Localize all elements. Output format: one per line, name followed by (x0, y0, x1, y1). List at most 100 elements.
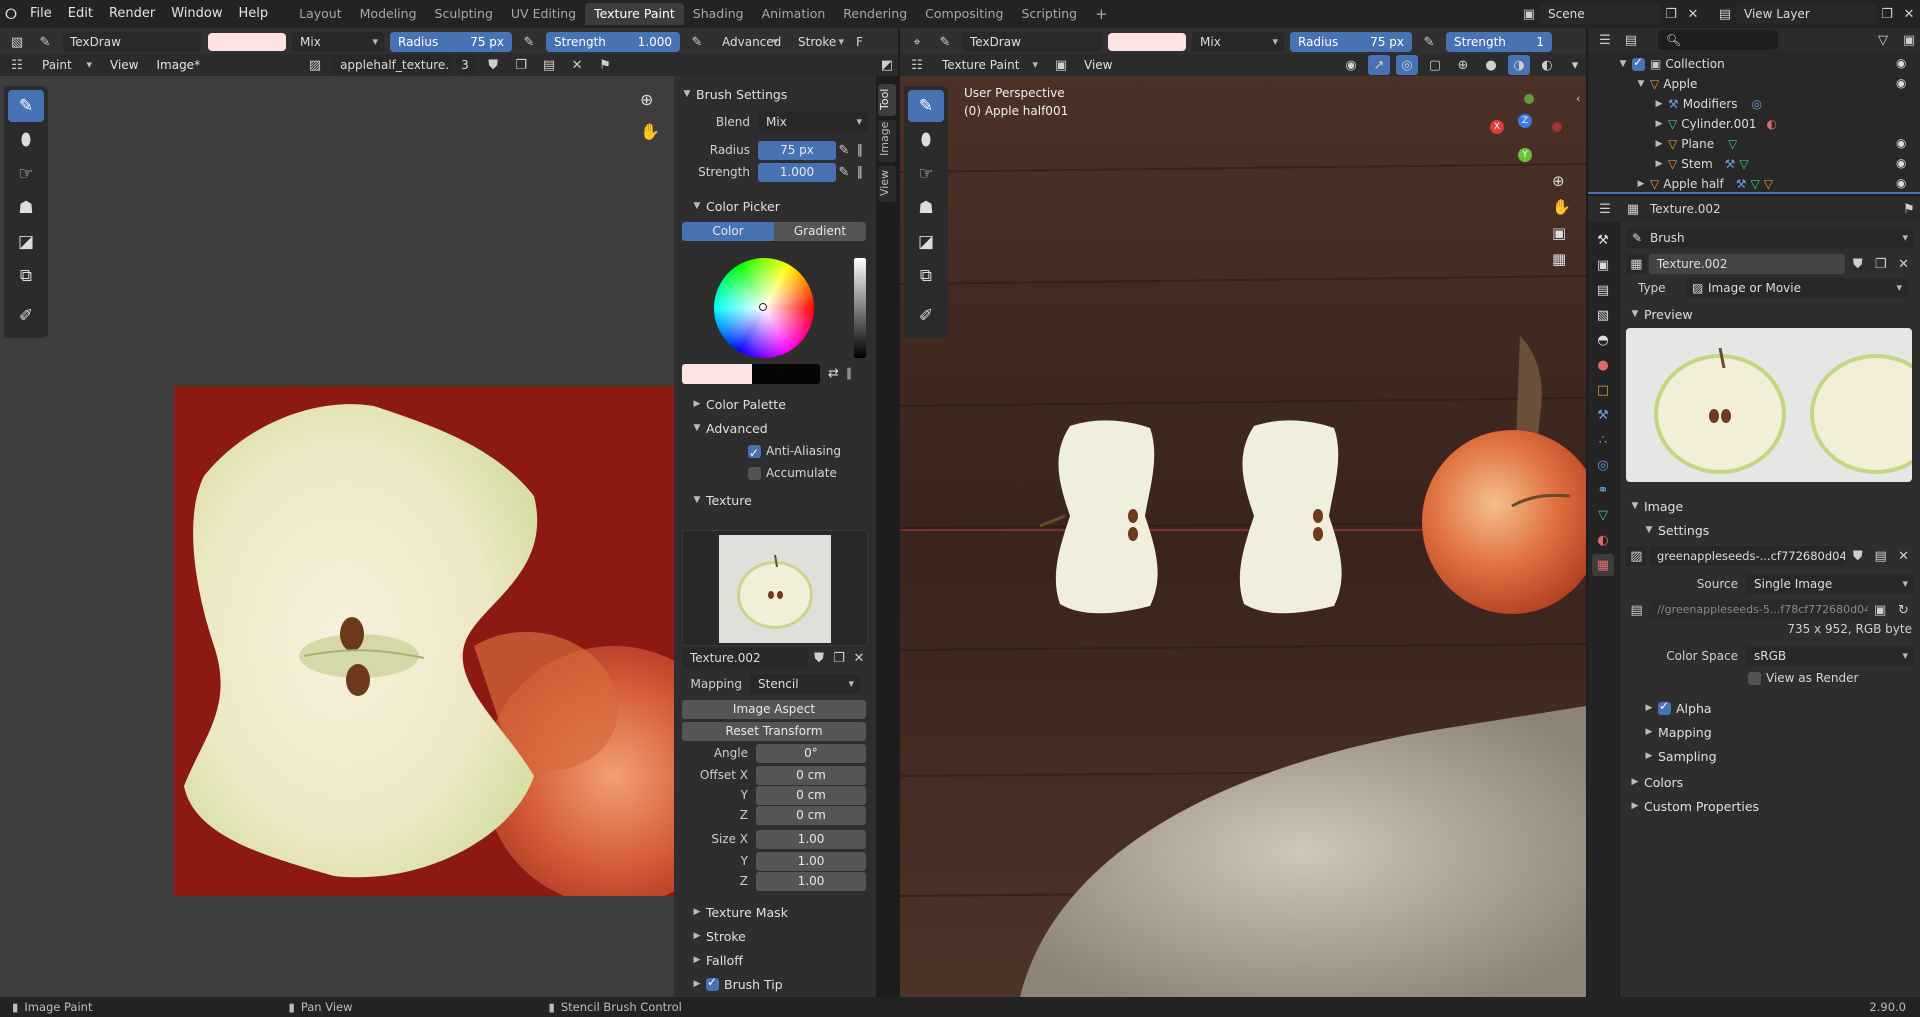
filepath-field[interactable]: //greenappleseeds-5...f78cf772680d04.jpg (1649, 600, 1868, 620)
constraints-tab-icon[interactable]: ⚭ (1592, 479, 1614, 501)
view-layer-field[interactable]: View Layer (1736, 4, 1876, 24)
gradient-mode-tab[interactable]: Gradient (774, 222, 866, 241)
add-workspace-button[interactable]: + (1086, 3, 1117, 25)
strength-slider[interactable]: Strength 1.000 (546, 32, 680, 52)
particles-tab-icon[interactable]: ∴ (1592, 429, 1614, 451)
brush-tip-panel-header[interactable]: ▶ Brush Tip (688, 972, 868, 996)
collection-checkbox[interactable] (1632, 55, 1645, 71)
advanced-panel-header[interactable]: ▼ Advanced (688, 416, 868, 440)
soften-drop-icon[interactable]: ⬮ (8, 124, 44, 156)
tab-sculpting[interactable]: Sculpting (426, 3, 502, 25)
blender-logo-icon[interactable]: ⭘ (0, 5, 22, 23)
color-palette-panel-header[interactable]: ▶ Color Palette (688, 392, 868, 416)
mapping-panel-header[interactable]: ▶ Mapping (1626, 720, 1914, 744)
outliner-row-apple[interactable]: ▼ ▽ Apple (1632, 74, 1698, 94)
new-view-layer-icon[interactable]: ❐ (1876, 4, 1898, 24)
material-tab-icon[interactable]: ◐ (1592, 529, 1614, 551)
outliner-row-stem[interactable]: ▶ ▽ Stem ⚒ ▽ (1650, 154, 1749, 174)
viewport-radius-slider[interactable]: Radius 75 px (1290, 32, 1412, 52)
strength-pressure-icon[interactable]: ✎ (686, 32, 708, 52)
texture-type-dropdown[interactable]: ▨ Image or Movie (1686, 278, 1908, 298)
editor-type-icon[interactable]: ⌖ (906, 32, 928, 52)
outliner-row-modifiers[interactable]: ▶ ⚒ Modifiers ◎ (1650, 94, 1763, 114)
tab-texture-paint[interactable]: Texture Paint (585, 3, 684, 25)
texture-name-field[interactable]: Texture.002 (682, 648, 808, 668)
mask-icon[interactable]: ⧉ (8, 260, 44, 292)
radius-pressure-icon[interactable]: ✎ (836, 140, 852, 160)
duplicate-texture-icon[interactable]: ❐ (1870, 254, 1891, 274)
fake-user-shield-icon[interactable]: ⛊ (1847, 254, 1868, 274)
fake-user-shield-icon[interactable]: ⛊ (482, 55, 504, 75)
texture-panel-header[interactable]: ▼ Texture (688, 488, 868, 512)
stroke-dropdown[interactable]: Stroke (790, 32, 850, 52)
view-layer-tab-icon[interactable]: ▧ (1592, 304, 1614, 326)
texture-context-dropdown[interactable]: ✎ Brush (1626, 228, 1914, 248)
alpha-panel-header[interactable]: ▶ Alpha (1626, 696, 1914, 720)
texture-preview-box[interactable] (682, 530, 868, 646)
radius-unit-icon[interactable]: ∥ (852, 140, 868, 160)
image-name-field[interactable]: greenappleseeds-...cf772680d04.jpg (1648, 546, 1846, 566)
outliner-editor-icon[interactable]: ☰ (1594, 30, 1616, 50)
radius-slider[interactable]: Radius 75 px (390, 32, 512, 52)
scene-field[interactable]: Scene (1540, 4, 1660, 24)
settings-panel-header[interactable]: ▼ Settings (1626, 518, 1914, 542)
modifier-tab-icon[interactable]: ⚒ (1592, 404, 1614, 426)
tab-layout[interactable]: Layout (290, 3, 351, 25)
outliner-search-input[interactable]: 🔍︎ (1658, 30, 1778, 50)
alpha-checkbox[interactable] (1658, 699, 1671, 715)
sidebar-blend-dropdown[interactable]: Mix (758, 112, 868, 132)
view-layer-icon[interactable]: ▤ (1714, 4, 1736, 24)
menu-file[interactable]: File (22, 3, 60, 25)
falloff-panel-header[interactable]: ▶ Falloff (688, 948, 868, 972)
physics-tab-icon[interactable]: ◎ (1592, 454, 1614, 476)
visibility-eye-icon[interactable]: ◉ (1896, 176, 1906, 190)
falloff-dropdown-truncated[interactable]: F (856, 35, 863, 49)
swap-colors-icon[interactable]: ⇄ (828, 366, 839, 381)
gizmo-x-neg-icon[interactable] (1552, 122, 1562, 132)
viewport-brush-color-swatch[interactable] (1108, 33, 1186, 51)
tab-tool[interactable]: Tool (878, 84, 896, 116)
clone-stamp-icon[interactable]: ☗ (8, 192, 44, 224)
size-z-field[interactable]: 1.00 (756, 871, 866, 891)
soften-drop-icon[interactable]: ⬮ (908, 124, 944, 156)
advanced-dropdown[interactable]: Advanced (714, 32, 784, 52)
tab-modeling[interactable]: Modeling (351, 3, 426, 25)
gizmo-x-icon[interactable]: X (1490, 120, 1504, 134)
camera-icon[interactable]: ▣ (1552, 224, 1566, 242)
world-tab-icon[interactable]: ● (1592, 354, 1614, 376)
delete-scene-icon[interactable]: ✕ (1682, 4, 1704, 24)
gizmo-y-icon[interactable]: Y (1518, 148, 1532, 162)
duplicate-texture-icon[interactable]: ❐ (830, 648, 848, 668)
brush-color-swatch[interactable] (208, 33, 286, 51)
angle-field[interactable]: 0° (756, 743, 866, 763)
gizmo-icon[interactable]: ↗ (1368, 55, 1390, 75)
color-pressure-icon[interactable]: ∥ (846, 366, 852, 380)
value-slider[interactable] (854, 258, 866, 358)
viewport-brush-name-field[interactable]: TexDraw (962, 32, 1102, 52)
outliner-row-cylinder[interactable]: ▶ ▽ Cylinder.001 ◐ (1650, 114, 1778, 134)
delete-view-layer-icon[interactable]: ✕ (1898, 4, 1920, 24)
size-x-field[interactable]: 1.00 (756, 829, 866, 849)
reset-transform-button[interactable]: Reset Transform (682, 722, 866, 741)
tab-compositing[interactable]: Compositing (916, 3, 1012, 25)
viewport-pan-icon[interactable]: ✋ (1552, 198, 1571, 216)
editor-type-icon[interactable]: ▧ (6, 32, 28, 52)
fill-bucket-icon[interactable]: ◪ (8, 226, 44, 258)
pan-hand-icon[interactable]: ✋ (640, 122, 660, 141)
image-aspect-button[interactable]: Image Aspect (682, 700, 866, 719)
preview-panel-header[interactable]: ▼ Preview (1626, 302, 1914, 326)
scene-icon[interactable]: ▣ (1518, 4, 1540, 24)
offset-x-field[interactable]: 0 cm (756, 765, 866, 785)
smear-icon[interactable]: ☞ (908, 158, 944, 190)
brush-name-field[interactable]: TexDraw (62, 32, 202, 52)
tab-shading[interactable]: Shading (684, 3, 753, 25)
annotate-icon[interactable]: ✐ (908, 300, 944, 332)
output-tab-icon[interactable]: ▤ (1592, 279, 1614, 301)
color-wheel[interactable] (714, 258, 814, 358)
properties-editor-icon[interactable]: ☰ (1594, 199, 1616, 219)
tool-tab-icon[interactable]: ⚒ (1592, 229, 1614, 251)
primary-color-swatch[interactable] (682, 364, 752, 384)
viewport-strength-slider[interactable]: Strength 1 (1446, 32, 1552, 52)
unlink-texture-icon[interactable]: ✕ (1893, 254, 1914, 274)
secondary-color-swatch[interactable] (752, 364, 820, 384)
